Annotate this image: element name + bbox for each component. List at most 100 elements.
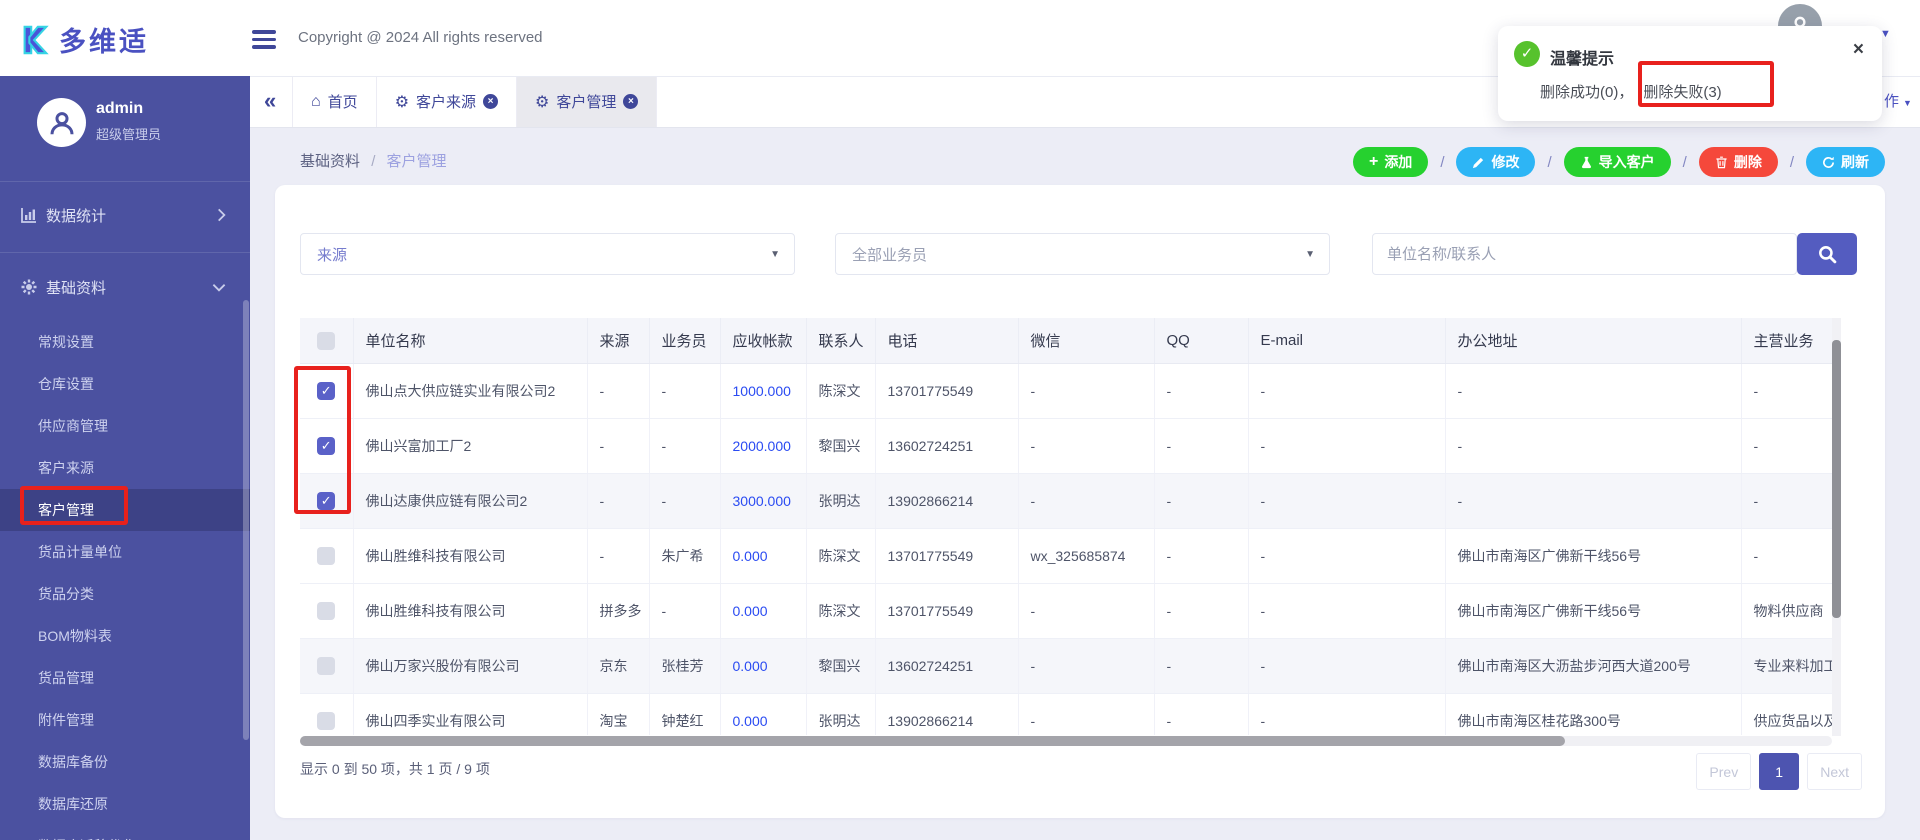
- row-checkbox[interactable]: [317, 712, 335, 730]
- cell: 佛山胜维科技有限公司: [353, 584, 587, 639]
- action-dropdown-partial[interactable]: 作▼: [1884, 76, 1912, 129]
- cell: 拼多多: [587, 584, 649, 639]
- cell: -: [1018, 639, 1154, 694]
- cell: -: [1018, 694, 1154, 736]
- sidebar-group-statistics[interactable]: 数据统计: [0, 192, 250, 238]
- horizontal-scrollbar-thumb[interactable]: [300, 736, 1565, 746]
- search-button[interactable]: [1797, 233, 1857, 275]
- cell: 0.000: [720, 694, 806, 736]
- cell: 物料供应商: [1741, 584, 1832, 639]
- column-header-QQ: QQ: [1154, 318, 1248, 364]
- import-icon: [1580, 156, 1593, 169]
- caret-down-icon: ▼: [770, 249, 780, 260]
- brand-name: 多维适: [59, 20, 149, 59]
- cell: -: [649, 474, 720, 529]
- cell: -: [1248, 419, 1445, 474]
- sidebar-item-附件管理[interactable]: 附件管理: [0, 699, 250, 741]
- row-checkbox[interactable]: [317, 547, 335, 565]
- toast-close-icon[interactable]: ×: [1853, 39, 1864, 61]
- cell: 佛山点大供应链实业有限公司2: [353, 364, 587, 419]
- breadcrumb: 基础资料 / 客户管理: [300, 150, 447, 171]
- toolbar: +添加/修改/导入客户/删除/刷新: [1353, 147, 1885, 177]
- caret-down-icon: ▼: [1903, 98, 1912, 108]
- select-all-checkbox[interactable]: [317, 332, 335, 350]
- prev-page-button[interactable]: Prev: [1696, 753, 1751, 790]
- collapse-tabs-icon[interactable]: «: [264, 76, 276, 125]
- cell: -: [649, 419, 720, 474]
- add-button[interactable]: +添加: [1353, 147, 1428, 177]
- chart-icon: [20, 206, 38, 224]
- brand-logo[interactable]: 多维适: [18, 20, 149, 59]
- sidebar-item-仓库设置[interactable]: 仓库设置: [0, 363, 250, 405]
- sidebar-item-常规设置[interactable]: 常规设置: [0, 321, 250, 363]
- vertical-scrollbar: [1832, 318, 1841, 736]
- sidebar-item-供应商管理[interactable]: 供应商管理: [0, 405, 250, 447]
- refresh-button[interactable]: 刷新: [1806, 147, 1885, 177]
- row-checkbox[interactable]: [317, 602, 335, 620]
- customers-table: 单位名称来源业务员应收帐款联系人电话微信QQE-mail办公地址主营业务 ✓ 佛山点…: [300, 318, 1832, 735]
- import-customer-button[interactable]: 导入客户: [1564, 147, 1671, 177]
- refresh-icon: [1822, 156, 1835, 169]
- next-page-button[interactable]: Next: [1807, 753, 1862, 790]
- search-input[interactable]: [1372, 233, 1797, 275]
- cell: 2000.000: [720, 419, 806, 474]
- column-header-办公地址: 办公地址: [1445, 318, 1741, 364]
- edit-button[interactable]: 修改: [1456, 147, 1535, 177]
- cell: -: [1248, 529, 1445, 584]
- cell: 陈深文: [806, 584, 875, 639]
- toolbar-separator: /: [1683, 154, 1687, 171]
- open-tabs: ⌂首页⚙客户来源×⚙客户管理×: [292, 76, 657, 127]
- cell: -: [1741, 419, 1832, 474]
- vertical-scrollbar-thumb[interactable]: [1832, 340, 1841, 618]
- cell: 佛山四季实业有限公司: [353, 694, 587, 736]
- sidebar-item-BOM物料表[interactable]: BOM物料表: [0, 615, 250, 657]
- cell: 0.000: [720, 529, 806, 584]
- tab-close-icon[interactable]: ×: [623, 94, 638, 109]
- row-checkbox[interactable]: [317, 657, 335, 675]
- sidebar-scrollbar[interactable]: [243, 300, 249, 740]
- table-header-row: 单位名称来源业务员应收帐款联系人电话微信QQE-mail办公地址主营业务: [300, 318, 1832, 364]
- button-label: 导入客户: [1599, 152, 1655, 172]
- row-checkbox[interactable]: ✓: [317, 492, 335, 510]
- tab-客户来源[interactable]: ⚙客户来源×: [377, 76, 517, 127]
- sidebar-item-货品计量单位[interactable]: 货品计量单位: [0, 531, 250, 573]
- divider: [0, 252, 250, 253]
- cell: -: [1445, 474, 1741, 529]
- table-row: 佛山万家兴股份有限公司京东张桂芳0.000黎国兴13602724251---佛山…: [300, 639, 1832, 694]
- tab-close-icon[interactable]: ×: [483, 94, 498, 109]
- sidebar-submenu: 常规设置仓库设置供应商管理客户来源客户管理货品计量单位货品分类BOM物料表货品管…: [0, 321, 250, 840]
- tab-首页[interactable]: ⌂首页: [292, 76, 377, 127]
- cell: 黎国兴: [806, 419, 875, 474]
- username: admin: [96, 100, 143, 118]
- delete-button[interactable]: 删除: [1699, 147, 1778, 177]
- sidebar-group-basic-data[interactable]: 基础资料: [0, 264, 250, 310]
- gear-icon: [20, 278, 38, 296]
- cell: -: [1741, 474, 1832, 529]
- cell: -: [1154, 584, 1248, 639]
- sidebar-item-客户来源[interactable]: 客户来源: [0, 447, 250, 489]
- sidebar-item-货品管理[interactable]: 货品管理: [0, 657, 250, 699]
- sidebar-item-客户管理[interactable]: 客户管理: [0, 489, 250, 531]
- salesman-select[interactable]: 全部业务员 ▼: [835, 233, 1330, 275]
- cell: -: [1248, 584, 1445, 639]
- cell: 佛山市南海区广佛新干线56号: [1445, 584, 1741, 639]
- page-1-button[interactable]: 1: [1759, 753, 1799, 790]
- cell: -: [1018, 474, 1154, 529]
- cell: 3000.000: [720, 474, 806, 529]
- search-icon: [1817, 244, 1837, 264]
- sidebar-item-数据库还原[interactable]: 数据库还原: [0, 783, 250, 825]
- toast-message-highlight: 删除失败(3): [1643, 84, 1721, 101]
- customers-table-wrap: 单位名称来源业务员应收帐款联系人电话微信QQE-mail办公地址主营业务 ✓ 佛山点…: [300, 318, 1832, 735]
- sidebar-item-货品分类[interactable]: 货品分类: [0, 573, 250, 615]
- breadcrumb-current[interactable]: 客户管理: [387, 153, 447, 170]
- sidebar-item-数据库备份[interactable]: 数据库备份: [0, 741, 250, 783]
- menu-icon[interactable]: [252, 30, 276, 53]
- tab-客户管理[interactable]: ⚙客户管理×: [517, 76, 657, 127]
- cell: -: [1154, 364, 1248, 419]
- tab-label: 首页: [328, 91, 358, 112]
- horizontal-scrollbar: [300, 736, 1832, 746]
- row-checkbox[interactable]: ✓: [317, 437, 335, 455]
- source-select[interactable]: 来源 ▼: [300, 233, 795, 275]
- row-checkbox[interactable]: ✓: [317, 382, 335, 400]
- sidebar-item-数据库迁移优化[interactable]: 数据库迁移优化: [0, 825, 250, 840]
